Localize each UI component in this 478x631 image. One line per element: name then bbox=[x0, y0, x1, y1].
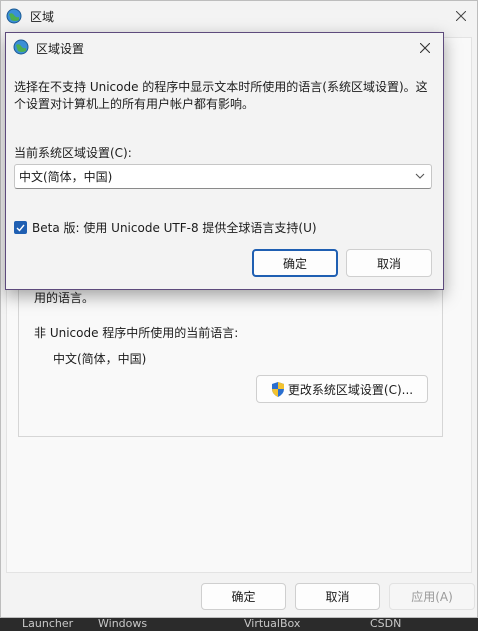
region-window-titlebar: 区域 bbox=[1, 1, 477, 31]
region-apply-button[interactable]: 应用(A) bbox=[389, 583, 475, 610]
beta-utf8-checkbox-row[interactable]: Beta 版: 使用 Unicode UTF-8 提供全球语言支持(U) bbox=[14, 219, 317, 236]
chevron-down-icon bbox=[415, 173, 425, 179]
dialog-titlebar: 区域设置 bbox=[6, 33, 443, 63]
beta-utf8-checkbox-label: Beta 版: 使用 Unicode UTF-8 提供全球语言支持(U) bbox=[32, 221, 317, 235]
region-window-title: 区域 bbox=[30, 10, 55, 24]
region-ok-button[interactable]: 确定 bbox=[201, 583, 286, 610]
beta-utf8-checkbox[interactable] bbox=[14, 221, 27, 234]
region-settings-dialog: 区域设置 选择在不支持 Unicode 的程序中显示文本时所使用的语言(系统区域… bbox=[5, 32, 444, 290]
taskbar-item-windows[interactable]: Windows bbox=[98, 618, 147, 630]
globe-region-icon bbox=[13, 39, 29, 55]
system-locale-selected-value: 中文(简体，中国) bbox=[19, 170, 113, 184]
dialog-description: 选择在不支持 Unicode 的程序中显示文本时所使用的语言(系统区域设置)。这… bbox=[14, 80, 428, 111]
taskbar-item-virtualbox[interactable]: VirtualBox bbox=[244, 618, 300, 630]
watermark: CSDN @lin_742877911 bbox=[370, 618, 463, 631]
checkmark-icon bbox=[16, 224, 25, 232]
group-description-tail: 用的语言。 bbox=[34, 291, 95, 305]
current-language-value: 中文(简体，中国) bbox=[53, 352, 147, 366]
region-cancel-button[interactable]: 取消 bbox=[295, 583, 380, 610]
dialog-title: 区域设置 bbox=[36, 42, 85, 56]
shield-icon bbox=[271, 381, 284, 397]
taskbar-item-launcher[interactable]: Launcher bbox=[22, 618, 73, 630]
close-icon bbox=[420, 43, 430, 53]
change-system-locale-label: 更改系统区域设置(C)... bbox=[287, 382, 414, 397]
system-locale-dropdown[interactable]: 中文(简体，中国) bbox=[14, 164, 432, 189]
dialog-cancel-button[interactable]: 取消 bbox=[346, 249, 432, 277]
system-locale-label: 当前系统区域设置(C): bbox=[14, 146, 132, 160]
close-icon bbox=[456, 11, 466, 21]
taskbar-strip: Launcher Windows VirtualBox CSDN @lin_74… bbox=[0, 618, 478, 631]
globe-region-icon bbox=[6, 8, 22, 24]
current-language-label: 非 Unicode 程序中所使用的当前语言: bbox=[34, 326, 239, 340]
change-system-locale-button[interactable]: 更改系统区域设置(C)... bbox=[256, 375, 428, 403]
region-window-close-button[interactable] bbox=[445, 1, 477, 31]
dialog-close-button[interactable] bbox=[410, 35, 440, 61]
dialog-ok-button[interactable]: 确定 bbox=[252, 249, 338, 277]
